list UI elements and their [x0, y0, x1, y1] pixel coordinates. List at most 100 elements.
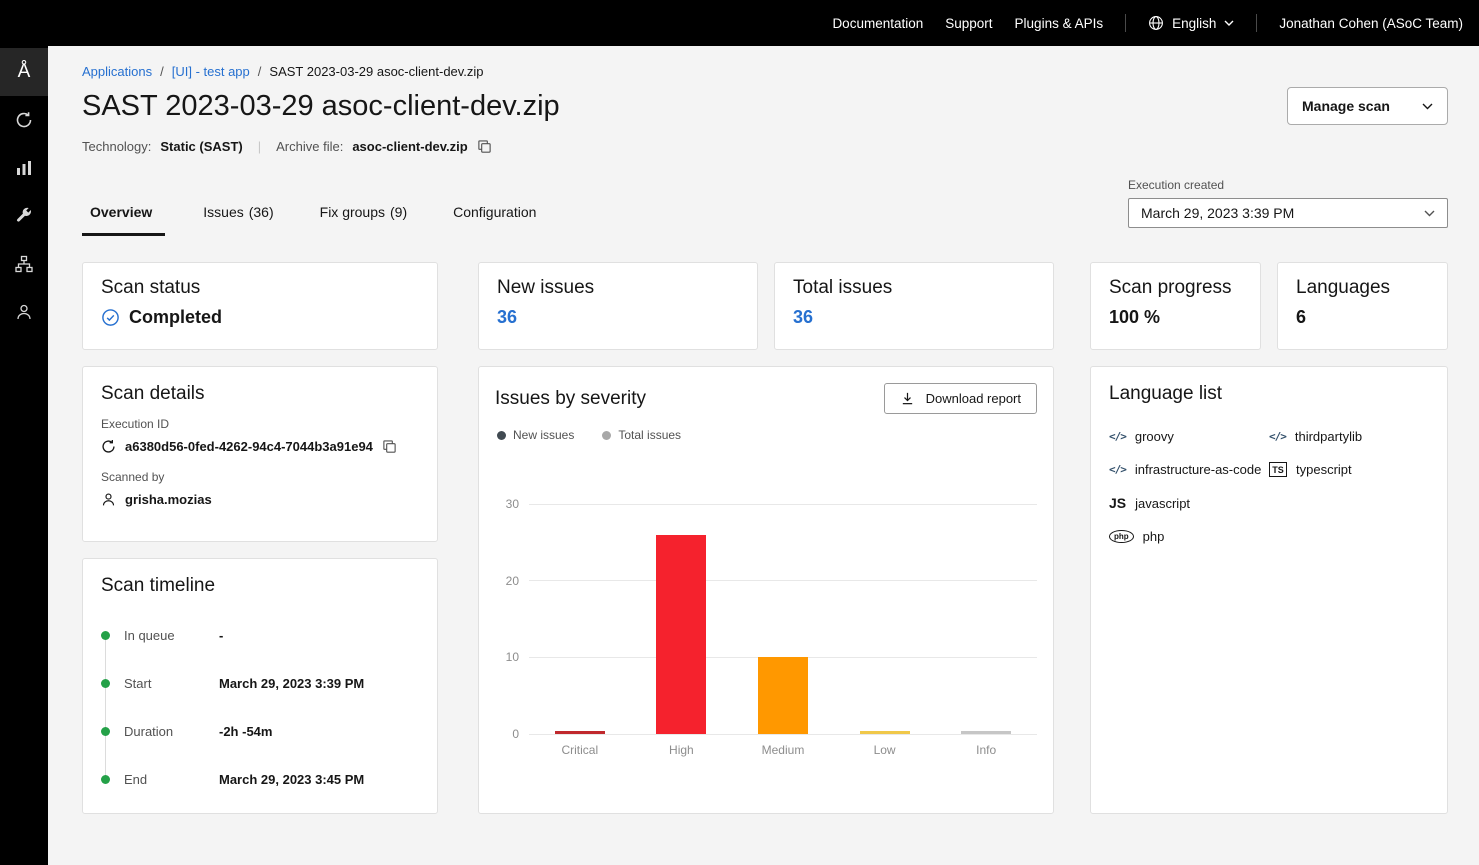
total-issues-card: Total issues 36 — [774, 262, 1054, 350]
language-list: </> groovy </> thirdpartylib </> infrast… — [1109, 429, 1429, 544]
sidebar: Å — [0, 46, 48, 865]
chevron-down-icon — [1424, 210, 1435, 217]
bar-column — [631, 535, 733, 734]
scan-timeline-card: Scan timeline In queue - Start March 29,… — [82, 558, 438, 814]
card-title: Total issues — [793, 277, 1035, 299]
card-title: Scan details — [101, 383, 419, 405]
divider: | — [258, 139, 261, 154]
user-icon[interactable] — [0, 288, 48, 336]
timeline-label: In queue — [124, 628, 219, 643]
timeline-row: Start March 29, 2023 3:39 PM — [101, 659, 419, 707]
timeline-value: March 29, 2023 3:39 PM — [219, 676, 364, 691]
reports-icon[interactable] — [0, 144, 48, 192]
breadcrumb-applications[interactable]: Applications — [82, 64, 152, 79]
code-icon: </> — [1269, 430, 1286, 443]
technology-value: Static (SAST) — [160, 139, 242, 154]
scan-icon — [101, 439, 116, 454]
legend-item-total-issues[interactable]: Total issues — [602, 428, 681, 442]
tab-configuration[interactable]: Configuration — [445, 194, 549, 236]
breadcrumb-separator: / — [160, 64, 164, 79]
severity-bar-chart: 0102030 CriticalHighMediumLowInfo — [495, 504, 1037, 757]
timeline-value: March 29, 2023 3:45 PM — [219, 772, 364, 787]
support-link[interactable]: Support — [945, 16, 992, 31]
tab-label: Overview — [90, 204, 152, 220]
user-menu[interactable]: Jonathan Cohen (ASoC Team) — [1279, 16, 1463, 31]
timeline-label: End — [124, 772, 219, 787]
topbar-divider — [1125, 14, 1126, 32]
chevron-down-icon — [1224, 20, 1234, 26]
person-icon — [101, 492, 116, 507]
bar-column — [529, 731, 631, 734]
bar-column — [935, 731, 1037, 734]
tools-icon[interactable] — [0, 192, 48, 240]
appscan-logo-icon[interactable]: Å — [0, 48, 48, 96]
execution-created-block: Execution created March 29, 2023 3:39 PM — [1128, 178, 1448, 228]
language-item: JS javascript — [1109, 495, 1269, 511]
language-selector[interactable]: English — [1148, 15, 1234, 31]
language-label: English — [1172, 16, 1216, 31]
copy-icon[interactable] — [382, 439, 397, 454]
tab-bar: Overview Issues(36) Fix groups(9) Config… — [82, 194, 549, 236]
timeline-label: Duration — [124, 724, 219, 739]
manage-scan-button[interactable]: Manage scan — [1287, 87, 1448, 125]
bar-series — [529, 504, 1037, 734]
archive-file-value: asoc-client-dev.zip — [352, 139, 467, 154]
timeline-row: End March 29, 2023 3:45 PM — [101, 755, 419, 803]
execution-id-value: a6380d56-0fed-4262-94c4-7044b3a91e94 — [125, 439, 373, 454]
chart-categories: CriticalHighMediumLowInfo — [529, 743, 1037, 757]
top-bar: Documentation Support Plugins & APIs Eng… — [0, 0, 1479, 46]
bar-low — [860, 731, 910, 734]
language-label: groovy — [1135, 429, 1174, 444]
organization-icon[interactable] — [0, 240, 48, 288]
card-title: Language list — [1109, 383, 1429, 405]
download-report-button[interactable]: Download report — [884, 383, 1037, 414]
language-label: infrastructure-as-code — [1135, 462, 1261, 477]
tab-issues[interactable]: Issues(36) — [195, 194, 281, 236]
category-label: High — [631, 743, 733, 757]
topbar-divider — [1256, 14, 1257, 32]
card-title: Languages — [1296, 277, 1429, 299]
scanned-by-label: Scanned by — [101, 470, 419, 484]
card-title: Scan progress — [1109, 277, 1242, 299]
scans-icon[interactable] — [0, 96, 48, 144]
bar-medium — [758, 657, 808, 734]
bar-critical — [555, 731, 605, 734]
legend-label: New issues — [513, 428, 574, 442]
check-circle-icon — [101, 308, 120, 327]
language-label: thirdpartylib — [1295, 429, 1362, 444]
ts-icon: TS — [1269, 462, 1287, 477]
timeline-value: - — [219, 628, 223, 643]
scan-progress-card: Scan progress 100 % — [1090, 262, 1261, 350]
tab-count: (36) — [249, 204, 274, 220]
tab-count: (9) — [390, 204, 407, 220]
archive-file-label: Archive file: — [276, 139, 343, 154]
documentation-link[interactable]: Documentation — [832, 16, 923, 31]
language-item: </> infrastructure-as-code — [1109, 462, 1269, 477]
code-icon: </> — [1109, 430, 1126, 443]
main-content: Applications / [UI] - test app / SAST 20… — [48, 46, 1479, 865]
download-report-label: Download report — [926, 391, 1021, 406]
card-title: Scan timeline — [101, 575, 419, 597]
legend-item-new-issues[interactable]: New issues — [497, 428, 574, 442]
execution-created-select[interactable]: March 29, 2023 3:39 PM — [1128, 198, 1448, 228]
category-label: Medium — [732, 743, 834, 757]
timeline-value: -2h -54m — [219, 724, 272, 739]
js-icon: JS — [1109, 495, 1126, 511]
category-label: Info — [935, 743, 1037, 757]
breadcrumb-app[interactable]: [UI] - test app — [172, 64, 250, 79]
new-issues-card: New issues 36 — [478, 262, 758, 350]
category-label: Critical — [529, 743, 631, 757]
code-icon: </> — [1109, 463, 1126, 476]
language-item: php php — [1109, 529, 1269, 544]
tab-overview[interactable]: Overview — [82, 194, 165, 236]
chart-plot — [529, 504, 1037, 734]
bar-column — [834, 731, 936, 734]
copy-icon[interactable] — [477, 139, 492, 154]
plugins-apis-link[interactable]: Plugins & APIs — [1015, 16, 1104, 31]
chart-y-axis: 0102030 — [495, 504, 529, 734]
execution-id-label: Execution ID — [101, 417, 419, 431]
issues-by-severity-card: Issues by severity Download report New — [478, 366, 1054, 814]
tab-fix-groups[interactable]: Fix groups(9) — [312, 194, 415, 236]
languages-value: 6 — [1296, 307, 1429, 328]
language-label: javascript — [1135, 496, 1190, 511]
